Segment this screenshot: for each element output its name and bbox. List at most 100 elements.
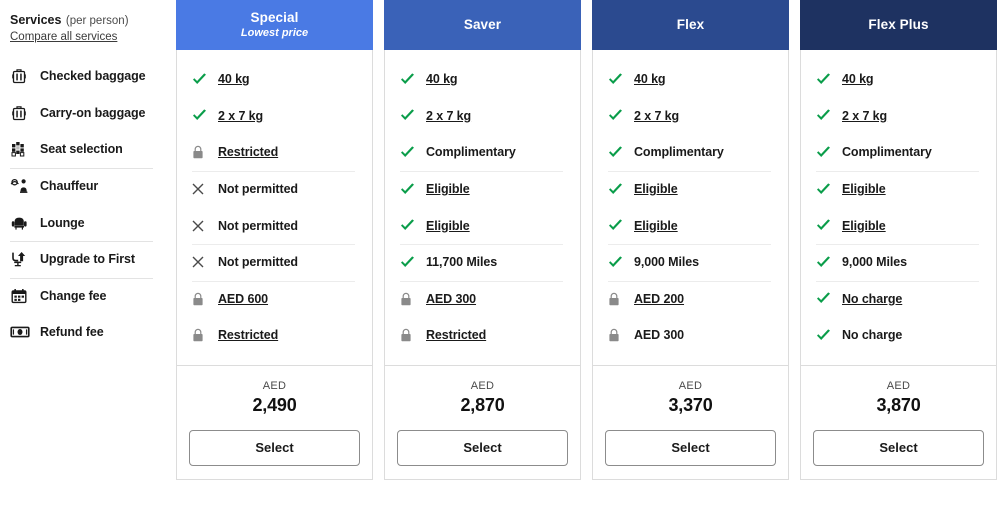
compare-all-services-link[interactable]: Compare all services [10, 31, 155, 43]
services-list: Checked baggage Carry-on baggage Seat sele… [0, 58, 165, 351]
fare-name: Special [250, 10, 299, 26]
lock-icon [192, 292, 212, 306]
chauffeur-icon [10, 176, 34, 196]
fare-cell-list: 40 kg 2 x 7 kg Complimentary Eligible Eligib… [801, 50, 996, 366]
fare-cell-value[interactable]: Eligible [842, 219, 886, 233]
select-button[interactable]: Select [397, 429, 568, 466]
fare-cell-value[interactable]: Eligible [634, 182, 678, 196]
fare-cell-value: 11,700 Miles [426, 255, 498, 270]
cross-icon [192, 256, 212, 268]
fare-columns: Special Lowest price 40 kg 2 x 7 kg Restrict… [165, 0, 997, 480]
fare-cell-value[interactable]: AED 200 [634, 292, 684, 306]
fare-cell-value[interactable]: 40 kg [426, 72, 458, 86]
fare-footer: AED 3,370 Select [593, 366, 788, 479]
fare-cell-value[interactable]: Eligible [634, 219, 678, 233]
fare-header: Flex Plus [800, 0, 997, 50]
fare-cell-value[interactable]: 40 kg [218, 72, 250, 86]
fare-cell-value: Not permitted [218, 218, 298, 233]
service-row-refund-fee: Refund fee [0, 314, 165, 351]
select-button[interactable]: Select [189, 429, 360, 466]
fare-cell: Not permitted [177, 170, 372, 208]
fare-cell-value[interactable]: 2 x 7 kg [842, 109, 887, 123]
check-icon [400, 182, 420, 196]
fare-cell-value: Complimentary [842, 145, 932, 160]
fare-cell: 9,000 Miles [801, 243, 996, 281]
carry-on-baggage-icon [10, 103, 34, 123]
fare-cell: 40 kg [801, 61, 996, 98]
currency-label: AED [262, 379, 287, 392]
check-icon [816, 73, 836, 86]
check-icon [608, 109, 628, 122]
fare-name: Flex Plus [868, 17, 929, 33]
fare-column-special: Special Lowest price 40 kg 2 x 7 kg Restrict… [176, 0, 373, 480]
fare-cell: 9,000 Miles [593, 243, 788, 281]
fare-cell-value[interactable]: 2 x 7 kg [634, 109, 679, 123]
fare-cell-value[interactable]: 2 x 7 kg [218, 109, 263, 123]
service-label: Chauffeur [40, 179, 99, 194]
fare-cell-value[interactable]: 40 kg [842, 72, 874, 86]
currency-label: AED [678, 379, 703, 392]
fare-cell: Complimentary [801, 134, 996, 171]
fare-cell: Eligible [801, 170, 996, 208]
fare-cell-value[interactable]: Eligible [842, 182, 886, 196]
service-row-seat-selection: Seat selection [0, 131, 165, 168]
service-row-chauffeur: Chauffeur [0, 167, 165, 205]
fare-cell-value: Complimentary [634, 145, 724, 160]
lock-icon [192, 145, 212, 159]
fare-cell: Complimentary [593, 134, 788, 171]
fare-price: 2,870 [460, 394, 505, 415]
fare-header: Saver [384, 0, 581, 50]
lock-icon [608, 328, 628, 342]
fare-comparison-table: Services (per person) Compare all servic… [0, 0, 1000, 513]
fare-cell-value: Complimentary [426, 145, 516, 160]
fare-cell: AED 300 [385, 280, 580, 318]
services-subtitle: (per person) [65, 15, 129, 27]
lock-icon [400, 292, 420, 306]
checked-baggage-icon [10, 66, 34, 86]
fare-cell: Restricted [177, 134, 372, 171]
fare-cell: No charge [801, 317, 996, 354]
fare-cell-value: Not permitted [218, 182, 298, 197]
fare-price: 3,870 [876, 394, 921, 415]
select-button[interactable]: Select [813, 429, 984, 466]
fare-column-flex-plus: Flex Plus 40 kg 2 x 7 kg Complimentary Eligi… [800, 0, 997, 480]
fare-cell: 2 x 7 kg [593, 98, 788, 135]
lock-icon [192, 328, 212, 342]
fare-cell: 2 x 7 kg [801, 98, 996, 135]
services-sidebar: Services (per person) Compare all servic… [0, 0, 165, 351]
fare-cell-value: Not permitted [218, 255, 298, 270]
service-label: Carry-on baggage [40, 105, 146, 120]
fare-cell-value[interactable]: 40 kg [634, 72, 666, 86]
fare-cell-value[interactable]: AED 600 [218, 292, 268, 306]
check-icon [400, 73, 420, 86]
fare-cell-value[interactable]: Eligible [426, 219, 470, 233]
fare-cell-value[interactable]: AED 300 [426, 292, 476, 306]
check-icon [816, 256, 836, 269]
fare-price: 3,370 [668, 394, 713, 415]
services-header: Services (per person) Compare all servic… [0, 11, 165, 43]
fare-cell-value[interactable]: Restricted [426, 328, 486, 342]
services-title: Services [10, 13, 62, 27]
service-label: Checked baggage [40, 69, 146, 84]
calendar-icon [10, 286, 34, 306]
fare-cell-value[interactable]: 2 x 7 kg [426, 109, 471, 123]
fare-cell-value: AED 300 [634, 328, 685, 343]
fare-cell-value[interactable]: Eligible [426, 182, 470, 196]
fare-cell-value[interactable]: Restricted [218, 145, 278, 159]
check-icon [400, 109, 420, 122]
check-icon [400, 256, 420, 269]
fare-cell: Eligible [593, 170, 788, 208]
fare-cell-value: 9,000 Miles [634, 255, 699, 270]
service-row-change-fee: Change fee [0, 277, 165, 315]
select-button[interactable]: Select [605, 429, 776, 466]
check-icon [816, 219, 836, 232]
fare-cell: Eligible [801, 207, 996, 244]
lock-icon [400, 328, 420, 342]
fare-tagline: Lowest price [240, 26, 309, 39]
check-icon [192, 109, 212, 122]
fare-cell-value[interactable]: Restricted [218, 328, 278, 342]
service-row-lounge: Lounge [0, 204, 165, 241]
fare-cell-value[interactable]: No charge [842, 292, 902, 306]
fare-footer: AED 2,870 Select [385, 366, 580, 479]
fare-price: 2,490 [252, 394, 297, 415]
